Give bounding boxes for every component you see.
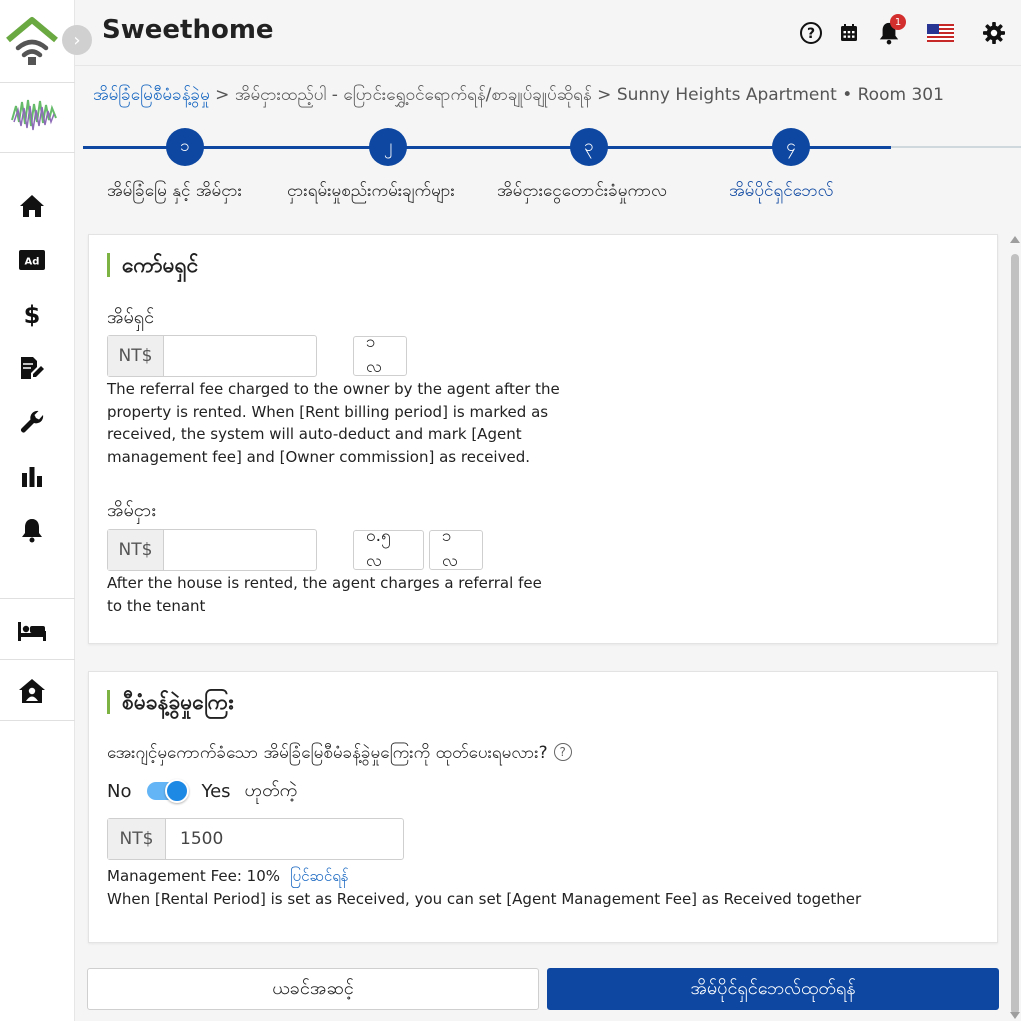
tenant-label: အိမ်ငှား (107, 500, 156, 521)
step-3-dot[interactable]: ၃ (570, 128, 608, 166)
tenant-commission-help: After the house is rented, the agent cha… (107, 574, 542, 615)
step-4-dot[interactable]: ၄ (772, 128, 810, 166)
scrollbar-thumb[interactable] (1011, 254, 1019, 1014)
currency-prefix: NT$ (108, 530, 164, 570)
svg-text:Ad: Ad (25, 257, 40, 268)
scroll-up-arrow-icon[interactable] (1010, 236, 1020, 243)
sidebar-divider (0, 82, 75, 83)
help-circle-icon[interactable]: ? (797, 19, 825, 47)
sidebar: Ad $ (0, 0, 75, 1021)
previous-step-button[interactable]: ယခင်အဆင့် (87, 968, 539, 1010)
step-1-label: အိမ်ခြံမြေ နှင့် အိမ်ငှား (107, 181, 242, 201)
toggle-off-label: No (107, 780, 132, 802)
breadcrumb-property: Sunny Heights Apartment • Room 301 (616, 85, 944, 105)
calendar-icon[interactable] (835, 19, 863, 47)
management-fee-toggle[interactable] (147, 779, 190, 803)
breadcrumb-separator: > (591, 85, 617, 105)
breadcrumb-separator: - (326, 85, 344, 105)
toggle-extra-label: ဟုတ်ကဲ့ (244, 779, 298, 801)
management-fee-value[interactable]: 1500 (166, 819, 403, 859)
owner-commission-help: The referral fee charged to the owner by… (107, 380, 560, 466)
management-fee-input[interactable]: NT$ 1500 (107, 818, 404, 860)
top-header: Sweethome ? 1 (75, 0, 1021, 66)
step-2-dot[interactable]: ၂ (369, 128, 407, 166)
brand-logo-icon (10, 92, 58, 138)
issue-owner-bill-button[interactable]: အိမ်ပိုင်ရှင်ဘေလ်ထုတ်ရန် (547, 968, 999, 1010)
owner-commission-value[interactable] (164, 336, 316, 376)
rental-period-note: When [Rental Period] is set as Received,… (107, 890, 862, 908)
svg-text:?: ? (807, 26, 815, 42)
step-2-label: ငှားရမ်းမှုစည်းကမ်းချက်များ (287, 181, 455, 201)
ad-icon[interactable]: Ad (16, 245, 48, 275)
management-fee-card: စီမံခန့်ခွဲမှုကြေး အေးဂျင့်မှကောက်ခံသော … (88, 671, 998, 943)
wrench-icon[interactable] (16, 407, 48, 437)
step-1-dot[interactable]: ၁ (166, 128, 204, 166)
breadcrumb-step: အိမ်ငှားထည့်ပါ (234, 85, 327, 105)
stepper: ၁ ၂ ၃ ၄ အိမ်ခြံမြေ နှင့် အိမ်ငှား ငှားရမ… (75, 126, 1021, 206)
breadcrumb-sub: ပြောင်းရွှေ့ဝင်ရောက်ရန်/စာချုပ်ချုပ်ဆိုရ… (343, 85, 592, 105)
management-fee-title: စီမံခန့်ခွဲမှုကြေး (107, 690, 234, 714)
breadcrumb-separator: > (209, 85, 235, 105)
management-fee-rate: Management Fee: 10% (107, 867, 281, 885)
stepper-line (83, 146, 891, 149)
sidebar-divider (0, 659, 75, 660)
wifi-home-logo-icon (6, 16, 58, 66)
sidebar-divider (0, 598, 75, 599)
commission-card: ကော်မရှင် အိမ်ရှင် NT$ ၁ လ The referral … (88, 234, 998, 644)
house-user-icon[interactable] (16, 676, 48, 706)
toggle-knob (165, 779, 190, 803)
management-fee-question: အေးဂျင့်မှကောက်ခံသော အိမ်ခြံမြေစီမံခန့်ခ… (107, 742, 572, 767)
notification-badge: 1 (890, 14, 906, 30)
bed-icon[interactable] (16, 616, 48, 646)
owner-one-month-chip[interactable]: ၁ လ (353, 332, 407, 377)
owner-label: အိမ်ရှင် (107, 307, 155, 328)
svg-text:$: $ (24, 301, 41, 327)
sidebar-divider (0, 152, 75, 153)
home-icon[interactable] (16, 191, 48, 221)
scrollbar[interactable] (1008, 234, 1021, 1021)
tenant-commission-input[interactable]: NT$ (107, 529, 317, 571)
stepper-line-rest (891, 146, 1021, 148)
step-4-label: အိမ်ပိုင်ရှင်ဘေလ် (729, 181, 834, 201)
bell-icon[interactable] (16, 515, 48, 545)
owner-commission-input[interactable]: NT$ (107, 335, 317, 377)
tenant-commission-value[interactable] (164, 530, 316, 570)
us-flag-icon[interactable] (926, 19, 954, 47)
question-help-icon[interactable]: ? (553, 743, 572, 761)
commission-title: ကော်မရှင် (107, 253, 198, 277)
management-fee-toggle-row: No Yes ဟုတ်ကဲ့ (107, 776, 297, 806)
app-title: Sweethome (102, 15, 274, 45)
gear-icon[interactable] (980, 19, 1008, 47)
breadcrumb-root-link[interactable]: အိမ်ခြံမြေစီမံခန့်ခွဲမှု (93, 85, 210, 105)
tenant-half-month-chip[interactable]: ၀.၅ လ (353, 526, 424, 571)
breadcrumb: အိမ်ခြံမြေစီမံခန့်ခွဲမှု > အိမ်ငှားထည့်ပ… (93, 84, 1013, 109)
tenant-one-month-chip[interactable]: ၁ လ (429, 526, 483, 571)
step-3-label: အိမ်ငှားငွေတောင်းခံမှုကာလ (497, 181, 668, 201)
chevron-right-icon: › (73, 29, 81, 51)
main-content: အိမ်ခြံမြေစီမံခန့်ခွဲမှု > အိမ်ငှားထည့်ပ… (75, 66, 1021, 1021)
edit-fee-link[interactable]: ပြင်ဆင်ရန် (290, 867, 349, 885)
management-fee-note: Management Fee: 10% ပြင်ဆင်ရန် (107, 865, 349, 888)
toggle-on-label: Yes (201, 780, 231, 802)
notification-bell-button[interactable]: 1 (875, 14, 906, 47)
currency-prefix: NT$ (108, 336, 164, 376)
scroll-down-arrow-icon[interactable] (1010, 1012, 1020, 1019)
currency-prefix: NT$ (108, 819, 166, 859)
bar-chart-icon[interactable] (16, 461, 48, 491)
management-fee-question-text: အေးဂျင့်မှကောက်ခံသော အိမ်ခြံမြေစီမံခန့်ခ… (107, 743, 548, 763)
edit-document-icon[interactable] (16, 353, 48, 383)
dollar-icon[interactable]: $ (16, 299, 48, 329)
sidebar-collapse-button[interactable]: › (62, 25, 92, 55)
sidebar-divider (0, 720, 75, 721)
